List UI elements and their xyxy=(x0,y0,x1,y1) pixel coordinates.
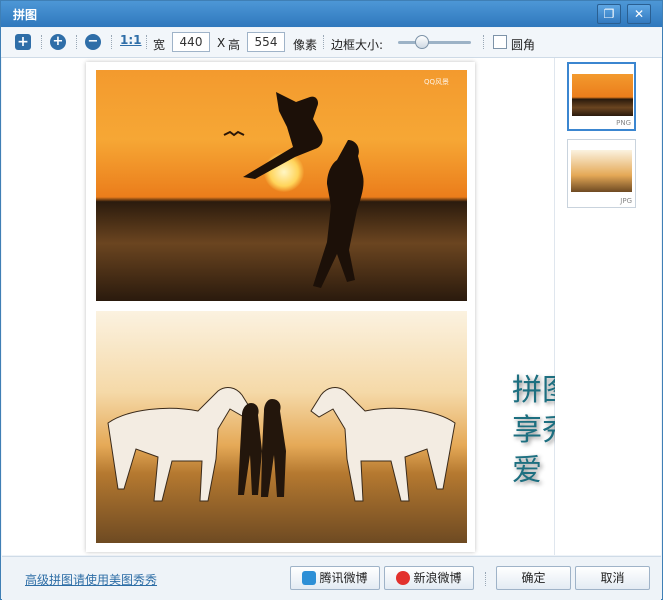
rounded-corner-label: 圆角 xyxy=(511,38,536,52)
thumbnail-panel: PNG JPG xyxy=(555,58,661,555)
collage-page: QQ风景 xyxy=(86,62,475,552)
border-size-slider[interactable] xyxy=(398,41,471,44)
thumbnail-item[interactable]: JPG xyxy=(567,139,636,208)
restore-icon: ❐ xyxy=(603,7,615,21)
toolbar-divider xyxy=(323,35,325,49)
plus-icon: + xyxy=(17,34,29,50)
title-bar: 拼图 ❐ ✕ xyxy=(1,1,662,27)
footer-bar: 高级拼图请使用美图秀秀 腾讯微博 新浪微博 确定 取消 xyxy=(2,556,661,600)
main-area: QQ风景 爱 PNG JPG xyxy=(2,58,661,555)
thumbnail-format: PNG xyxy=(616,119,631,127)
toolbar-divider xyxy=(41,35,43,49)
actual-size-button[interactable]: 1:1 xyxy=(120,33,142,47)
restore-button[interactable]: ❐ xyxy=(597,4,621,24)
border-size-slider-handle[interactable] xyxy=(415,35,429,49)
photo-couple-horses[interactable] xyxy=(96,311,467,543)
unit-label: 像素 xyxy=(293,38,318,52)
collage-canvas-area: QQ风景 爱 xyxy=(2,58,602,555)
zoom-out-icon: − xyxy=(87,34,99,49)
x-label: X xyxy=(217,36,226,50)
horses-silhouette xyxy=(107,387,456,502)
height-input[interactable]: 554 xyxy=(247,32,285,52)
advanced-collage-link[interactable]: 高级拼图请使用美图秀秀 xyxy=(25,571,157,588)
couple-silhouette xyxy=(223,92,364,288)
toolbar: + + − 1:1 宽 440 X 高 554 像素 边框大小: 圆角 xyxy=(1,28,662,58)
toolbar-divider xyxy=(483,35,485,49)
photo-couple-sunset[interactable]: QQ风景 xyxy=(96,70,467,301)
add-image-button[interactable]: + xyxy=(15,34,31,50)
width-input[interactable]: 440 xyxy=(172,32,210,52)
share-tencent-weibo-button[interactable]: 腾讯微博 xyxy=(290,566,380,590)
cancel-button[interactable]: 取消 xyxy=(575,566,650,590)
footer-divider xyxy=(485,572,487,586)
rounded-corner-checkbox[interactable] xyxy=(493,35,507,49)
window-title: 拼图 xyxy=(13,8,38,22)
collage-window: 拼图 ❐ ✕ + + − 1:1 宽 440 X 高 554 像素 边框大小: xyxy=(0,0,663,600)
border-size-label: 边框大小: xyxy=(331,38,384,52)
thumbnail-image xyxy=(571,150,632,192)
zoom-in-icon: + xyxy=(52,34,64,49)
toolbar-divider xyxy=(146,35,148,49)
sina-weibo-label: 新浪微博 xyxy=(413,571,462,585)
width-label: 宽 xyxy=(153,38,166,52)
zoom-in-button[interactable]: + xyxy=(50,34,66,50)
close-icon: ✕ xyxy=(633,7,645,21)
thumbnail-format: JPG xyxy=(620,197,632,205)
height-label: 高 xyxy=(228,38,241,52)
share-sina-weibo-button[interactable]: 新浪微博 xyxy=(384,566,474,590)
tencent-weibo-icon xyxy=(302,571,317,585)
thumbnail-item[interactable]: PNG xyxy=(567,62,636,131)
sina-weibo-icon xyxy=(396,571,411,585)
zoom-out-button[interactable]: − xyxy=(85,34,101,50)
thumbnail-image xyxy=(572,74,633,116)
toolbar-divider xyxy=(111,35,113,49)
close-button[interactable]: ✕ xyxy=(627,4,651,24)
toolbar-divider xyxy=(76,35,78,49)
ok-button[interactable]: 确定 xyxy=(496,566,571,590)
tencent-weibo-label: 腾讯微博 xyxy=(319,571,368,585)
